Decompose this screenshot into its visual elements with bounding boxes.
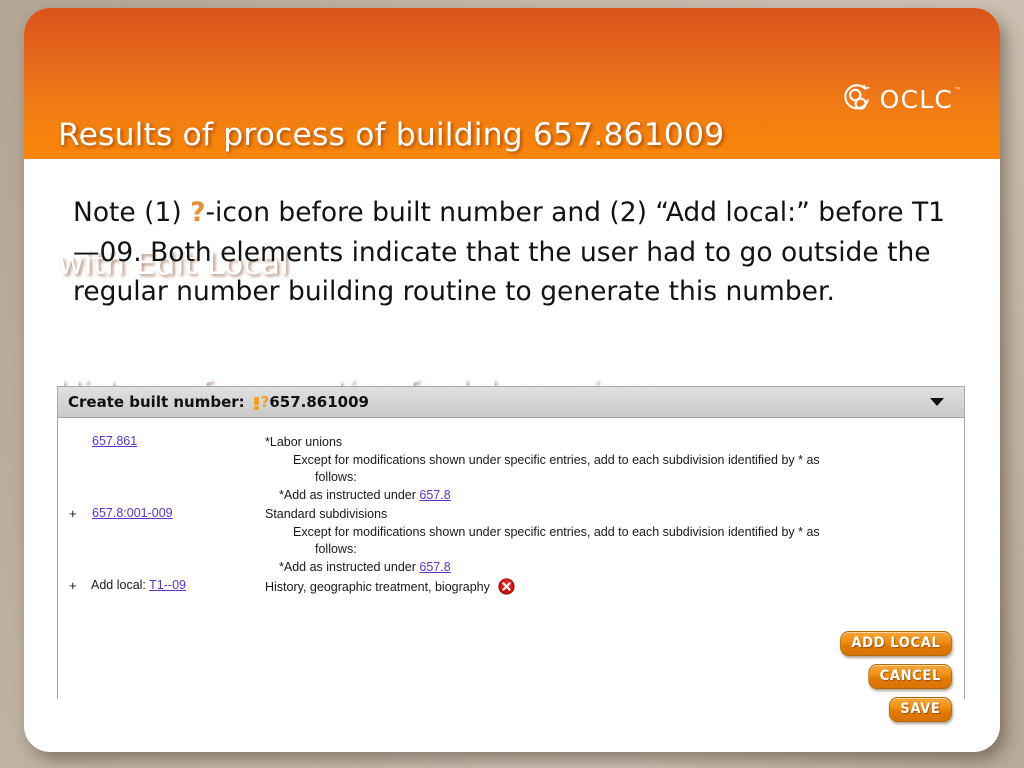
warning-exclamation-icon [253,396,260,410]
entry-number-link-2[interactable]: 657.8:001-009 [92,506,173,520]
entry-caption-2: Standard subdivisions Except for modific… [265,506,945,576]
entry-caption-note-cont-1: follows: [315,470,357,484]
entry-caption-note-cont-2: follows: [315,542,357,556]
expand-plus-2[interactable]: + [69,506,77,521]
panel-question-mark-icon: ? [260,393,270,411]
entry-caption-1: *Labor unions Except for modifications s… [265,434,945,504]
chevron-down-icon[interactable] [930,398,944,406]
entry-caption-add-2: *Add as instructed under 657.8 [279,559,945,577]
entry-number-link-1[interactable]: 657.861 [92,434,137,448]
expand-plus-3[interactable]: + [69,578,77,593]
entry-number-1: 657.861 [92,434,137,448]
entry-caption-main-2: Standard subdivisions [265,507,388,521]
entry-caption-add-1: *Add as instructed under 657.8 [279,487,945,505]
entry-caption-main-1: *Labor unions [265,435,343,449]
entry-caption-note-2: Except for modifications shown under spe… [293,524,945,559]
entry-caption-note-text-1: Except for modifications shown under spe… [293,452,820,467]
slide-title-line-1: Results of process of building 657.86100… [58,117,725,153]
panel-built-number: 657.861009 [269,393,369,411]
panel-header-label: Create built number: [68,393,245,411]
oclc-trademark-symbol: ™ [954,86,962,95]
slide-header-banner: Results of process of building 657.86100… [24,8,1000,411]
note-question-mark: ? [190,197,206,228]
save-button[interactable]: SAVE [889,697,952,722]
note-text-part-1: Note (1) [73,197,191,228]
panel-header[interactable]: Create built number: ? 657.861009 [58,387,964,418]
entry-caption-add-prefix-1: *Add as instructed under [279,487,420,502]
entry-number-3: Add local: T1--09 [91,578,186,592]
entry-number-link-3[interactable]: T1--09 [149,578,186,592]
oclc-swirl-icon [843,84,870,110]
create-built-number-panel: Create built number: ? 657.861009 657.86… [57,386,965,722]
oclc-wordmark: OCLC [879,84,953,114]
entry-caption-add-link-2[interactable]: 657.8 [419,560,450,574]
entry-prefix-3: Add local: [91,578,150,592]
add-local-button[interactable]: ADD LOCAL [840,631,952,656]
entry-caption-main-3: History, geographic treatment, biography [265,580,490,594]
presentation-slide: Results of process of building 657.86100… [24,8,1000,752]
delete-circle-icon[interactable] [498,578,515,595]
entry-caption-3: History, geographic treatment, biography [265,578,945,597]
panel-body: 657.861 *Labor unions Except for modific… [58,418,964,722]
panel-action-buttons: ADD LOCAL CANCEL SAVE [833,631,952,722]
cancel-button[interactable]: CANCEL [868,664,952,689]
entry-caption-add-link-1[interactable]: 657.8 [419,488,450,502]
entry-caption-add-prefix-2: *Add as instructed under [279,559,420,574]
entry-caption-note-text-2: Except for modifications shown under spe… [293,524,820,539]
entry-number-2: 657.8:001-009 [92,506,173,520]
oclc-logo: OCLC ™ [841,78,962,120]
entry-caption-note-1: Except for modifications shown under spe… [293,452,945,487]
note-paragraph: Note (1) ?-icon before built number and … [73,193,953,312]
